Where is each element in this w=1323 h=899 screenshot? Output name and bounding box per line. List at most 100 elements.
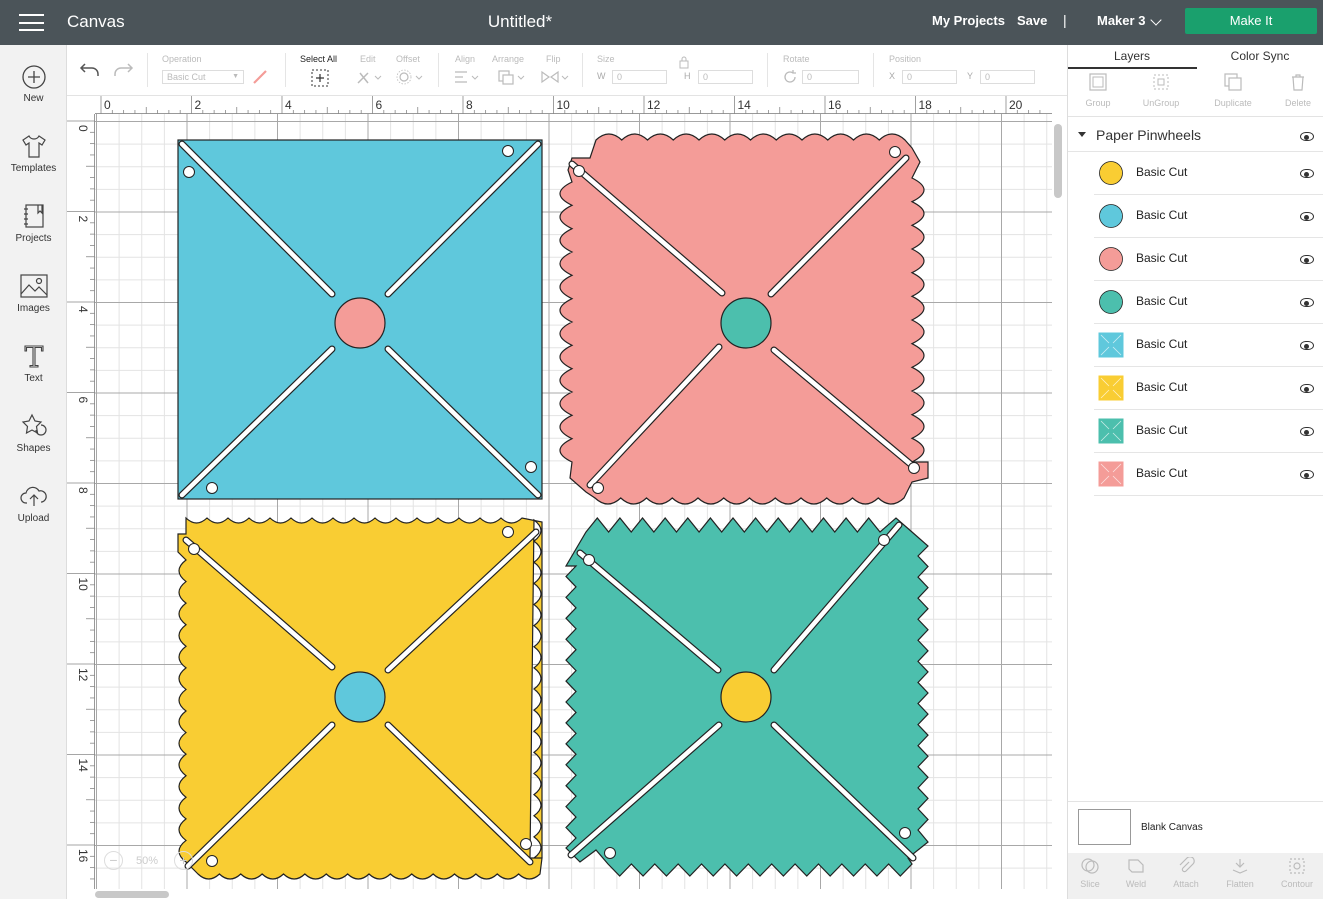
height-value: 0: [703, 72, 709, 82]
sidebar-label-templates: Templates: [10, 163, 57, 174]
layer-row[interactable]: Basic Cut: [1094, 367, 1323, 410]
text-icon: [23, 345, 44, 368]
vertical-scrollbar[interactable]: [1054, 124, 1062, 198]
ungroup-button[interactable]: UnGroup: [1131, 72, 1191, 108]
width-label: W: [597, 71, 606, 81]
eye-icon[interactable]: [1300, 132, 1314, 141]
sidebar-item-images[interactable]: Images: [0, 272, 67, 332]
make-it-button[interactable]: Make It: [1185, 8, 1317, 34]
eye-icon[interactable]: [1300, 341, 1314, 350]
design-canvas[interactable]: [95, 114, 1052, 889]
horizontal-scrollbar[interactable]: [95, 891, 169, 898]
eye-icon[interactable]: [1300, 470, 1314, 479]
blank-canvas-swatch[interactable]: [1078, 809, 1131, 845]
eye-icon[interactable]: [1300, 298, 1314, 307]
layer-row[interactable]: Basic Cut: [1094, 453, 1323, 496]
notebook-icon: [23, 204, 44, 228]
caret-down-icon[interactable]: [1078, 132, 1086, 137]
offset-icon[interactable]: [395, 69, 423, 85]
flip-icon[interactable]: [540, 69, 570, 85]
select-all-icon[interactable]: [311, 69, 329, 87]
flatten-icon: [1232, 859, 1248, 874]
rotate-input[interactable]: 0: [802, 70, 859, 84]
yellow-pinwheel[interactable]: [177, 516, 543, 880]
sidebar-item-projects[interactable]: Projects: [0, 202, 67, 262]
weld-label: Weld: [1125, 879, 1147, 889]
undo-icon[interactable]: [79, 61, 101, 79]
ruler-tick-label: 14: [738, 98, 752, 112]
align-icon[interactable]: [453, 69, 481, 85]
flatten-label: Flatten: [1226, 879, 1254, 889]
duplicate-label: Duplicate: [1214, 98, 1252, 108]
layer-label: Basic Cut: [1136, 165, 1188, 179]
layer-thumbnail: [1098, 418, 1124, 444]
zoom-out-button[interactable]: −: [104, 851, 123, 870]
sidebar-item-new[interactable]: New: [0, 64, 67, 124]
attach-button[interactable]: Attach: [1157, 857, 1215, 889]
select-all-label: Select All: [300, 54, 338, 64]
layer-row[interactable]: Basic Cut: [1094, 238, 1323, 281]
ruler-tick-label: 2: [195, 98, 202, 112]
blue-pinwheel[interactable]: [177, 139, 543, 500]
layer-row[interactable]: Basic Cut: [1094, 195, 1323, 238]
pink-pinwheel[interactable]: [559, 133, 929, 505]
width-input[interactable]: 0: [612, 70, 667, 84]
upload-icon: [19, 486, 47, 506]
layer-label: Basic Cut: [1136, 337, 1188, 351]
tab-layers[interactable]: Layers: [1068, 49, 1196, 63]
eye-icon[interactable]: [1300, 212, 1314, 221]
operation-select[interactable]: Basic Cut ▼: [162, 70, 244, 84]
x-value: 0: [907, 72, 913, 82]
ruler-tick-label: 8: [76, 487, 90, 494]
redo-icon[interactable]: [112, 61, 134, 79]
layer-row[interactable]: Basic Cut: [1094, 281, 1323, 324]
toolbar-divider: [873, 53, 874, 87]
edit-icon[interactable]: [356, 69, 382, 85]
duplicate-button[interactable]: Duplicate: [1203, 72, 1263, 108]
flip-label: Flip: [546, 54, 561, 64]
blank-canvas-row[interactable]: Blank Canvas: [1068, 801, 1323, 853]
save-link[interactable]: Save: [1017, 13, 1047, 28]
tab-color-sync[interactable]: Color Sync: [1196, 49, 1323, 63]
zoom-in-button[interactable]: +: [174, 851, 193, 870]
ruler-tick-label: 16: [76, 849, 90, 863]
layer-row[interactable]: Basic Cut: [1094, 324, 1323, 367]
flatten-button[interactable]: Flatten: [1211, 857, 1269, 889]
eye-icon[interactable]: [1300, 255, 1314, 264]
layer-label: Basic Cut: [1136, 380, 1188, 394]
layer-thumbnail: [1099, 247, 1123, 271]
trash-icon: [1292, 74, 1304, 91]
delete-button[interactable]: Delete: [1268, 72, 1323, 108]
sidebar-item-templates[interactable]: Templates: [0, 132, 67, 192]
teal-pinwheel[interactable]: [564, 517, 929, 877]
eye-icon[interactable]: [1300, 169, 1314, 178]
contour-button[interactable]: Contour: [1268, 857, 1323, 889]
chevron-down-icon[interactable]: [1150, 14, 1162, 26]
sidebar-item-shapes[interactable]: Shapes: [0, 412, 67, 472]
sidebar-item-upload[interactable]: Upload: [0, 482, 67, 542]
sidebar-label-upload: Upload: [17, 513, 50, 524]
ruler-vertical: 0 2 4 6 8 10 12 14 16: [67, 114, 95, 889]
layer-group-header[interactable]: Paper Pinwheels: [1068, 122, 1323, 152]
y-input[interactable]: 0: [980, 70, 1035, 84]
layer-row[interactable]: Basic Cut: [1094, 152, 1323, 195]
document-title[interactable]: Untitled*: [0, 12, 1040, 32]
eye-icon[interactable]: [1300, 384, 1314, 393]
arrange-icon[interactable]: [497, 69, 527, 85]
layer-row[interactable]: Basic Cut: [1094, 410, 1323, 453]
pen-color-icon[interactable]: [252, 69, 268, 85]
sidebar-item-text[interactable]: Text: [0, 342, 67, 402]
delete-label: Delete: [1284, 98, 1311, 108]
my-projects-link[interactable]: My Projects: [932, 13, 1005, 28]
attach-label: Attach: [1173, 879, 1199, 889]
group-button[interactable]: Group: [1068, 72, 1128, 108]
eye-icon[interactable]: [1300, 427, 1314, 436]
ungroup-label: UnGroup: [1142, 98, 1180, 108]
machine-selector[interactable]: Maker 3: [1097, 13, 1145, 28]
lock-icon[interactable]: [678, 55, 690, 69]
height-input[interactable]: 0: [698, 70, 753, 84]
layer-group-name: Paper Pinwheels: [1096, 127, 1202, 143]
group-icon: [1089, 73, 1107, 91]
x-input[interactable]: 0: [902, 70, 957, 84]
topbar-separator: |: [1063, 12, 1067, 28]
